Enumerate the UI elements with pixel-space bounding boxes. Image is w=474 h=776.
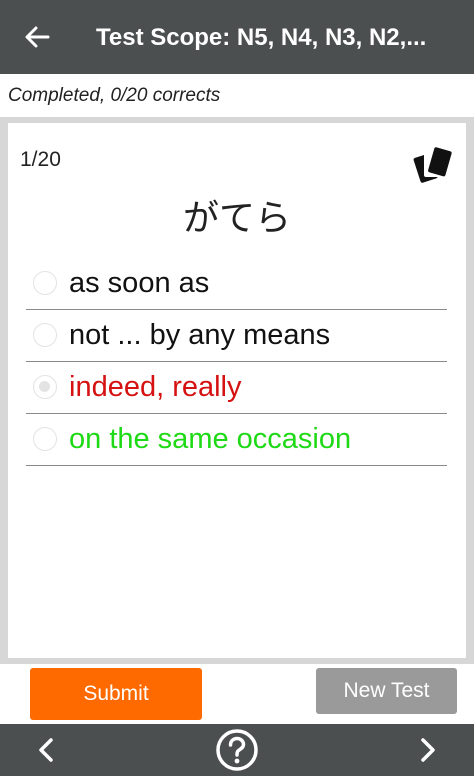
card-frame: 1/20 がてら as soon as not ... by any means… <box>0 117 474 664</box>
back-button[interactable] <box>20 20 54 54</box>
flashcards-button[interactable] <box>410 143 454 183</box>
cards-icon <box>413 147 452 183</box>
answer-option-4[interactable]: on the same occasion <box>26 414 447 466</box>
page-title: Test Scope: N5, N4, N3, N2,... <box>96 24 427 51</box>
new-test-button[interactable]: New Test <box>316 668 457 714</box>
help-circle-icon <box>216 729 258 771</box>
answer-option-label: indeed, really <box>69 371 242 403</box>
answer-option-3[interactable]: indeed, really <box>26 362 447 414</box>
question-card: 1/20 がてら as soon as not ... by any means… <box>8 123 466 658</box>
question-counter: 1/20 <box>20 148 61 171</box>
radio-button[interactable] <box>33 427 57 451</box>
chevron-right-icon <box>421 738 435 762</box>
answer-option-label: not ... by any means <box>69 319 331 351</box>
answer-option-label: as soon as <box>69 267 210 299</box>
completion-status: Completed, 0/20 corrects <box>8 85 221 106</box>
answer-option-2[interactable]: not ... by any means <box>26 310 447 362</box>
next-button[interactable] <box>408 730 448 770</box>
radio-button[interactable] <box>33 375 57 399</box>
arrow-left-icon <box>25 26 50 48</box>
previous-button[interactable] <box>26 730 66 770</box>
answer-option-label: on the same occasion <box>69 423 352 455</box>
app-bar: Test Scope: N5, N4, N3, N2,... <box>0 0 474 74</box>
question-word: がてら <box>182 198 291 239</box>
bottom-nav-bar <box>0 724 474 776</box>
answer-options: as soon as not ... by any means indeed, … <box>26 258 447 466</box>
radio-button[interactable] <box>33 271 57 295</box>
submit-button[interactable]: Submit <box>30 668 202 720</box>
help-button[interactable] <box>215 728 259 772</box>
answer-option-1[interactable]: as soon as <box>26 258 447 310</box>
radio-button[interactable] <box>33 323 57 347</box>
chevron-left-icon <box>39 738 53 762</box>
